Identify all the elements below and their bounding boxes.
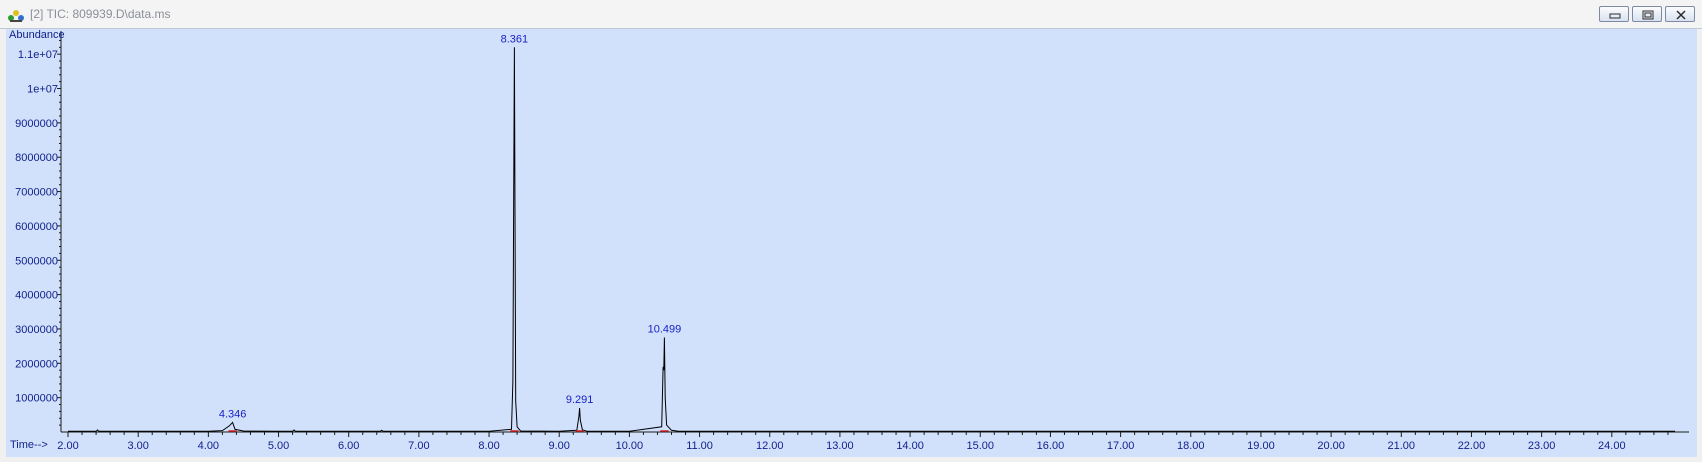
- y-tick-label: 5000000: [15, 255, 58, 267]
- plot-background: [6, 29, 1697, 457]
- x-tick-label: 3.00: [127, 440, 148, 452]
- x-axis-label: Time-->: [10, 439, 48, 451]
- x-tick-label: 12.00: [756, 440, 784, 452]
- y-tick-label: 4000000: [15, 290, 58, 302]
- close-icon: [1676, 10, 1686, 20]
- x-tick-label: 16.00: [1037, 440, 1065, 452]
- x-tick-label: 7.00: [408, 440, 429, 452]
- x-tick-label: 9.00: [549, 440, 570, 452]
- x-tick-label: 21.00: [1388, 440, 1416, 452]
- y-tick-label: 1e+07: [27, 84, 58, 96]
- x-tick-label: 24.00: [1598, 440, 1626, 452]
- y-tick-label: 1000000: [15, 393, 58, 405]
- close-button[interactable]: [1665, 6, 1695, 22]
- y-tick-label: 1.1e+07: [18, 49, 58, 61]
- peak-label: 9.291: [566, 394, 594, 406]
- x-tick-label: 4.00: [198, 440, 219, 452]
- y-tick-label: 8000000: [15, 152, 58, 164]
- x-tick-label: 8.00: [478, 440, 499, 452]
- x-tick-label: 6.00: [338, 440, 359, 452]
- x-tick-label: 11.00: [686, 440, 713, 452]
- y-tick-label: 9000000: [15, 118, 58, 130]
- peak-label: 8.361: [501, 33, 529, 45]
- minimize-icon: [1609, 13, 1621, 19]
- y-tick-label: 7000000: [15, 187, 58, 199]
- x-tick-label: 14.00: [896, 440, 924, 452]
- y-tick-label: 3000000: [15, 324, 58, 336]
- peak-label: 10.499: [648, 324, 682, 336]
- x-tick-label: 22.00: [1458, 440, 1486, 452]
- x-tick-label: 5.00: [268, 440, 289, 452]
- x-tick-label: 2.00: [57, 440, 78, 452]
- peak-label: 4.346: [219, 408, 247, 420]
- y-tick-label: 6000000: [15, 221, 58, 233]
- x-tick-label: 17.00: [1107, 440, 1135, 452]
- app-icon: [8, 10, 24, 22]
- y-tick-label: 2000000: [15, 358, 58, 370]
- minimize-button[interactable]: [1599, 6, 1629, 22]
- x-tick-label: 20.00: [1317, 440, 1345, 452]
- x-tick-label: 19.00: [1247, 440, 1275, 452]
- x-tick-label: 10.00: [616, 440, 644, 452]
- chromatogram-window: [2] TIC: 809939.D\data.ms 1000000 2000000…: [0, 0, 1702, 461]
- chromatogram-plot[interactable]: 1000000 2000000 3000000 4000000 5000000 60000…: [6, 29, 1697, 457]
- restore-icon: [1642, 10, 1654, 20]
- x-tick-label: 18.00: [1177, 440, 1205, 452]
- x-tick-label: 15.00: [966, 440, 994, 452]
- x-tick-label: 13.00: [826, 440, 854, 452]
- chromatogram-chart: 1000000 2000000 3000000 4000000 5000000 60000…: [6, 29, 1697, 457]
- window-title: [2] TIC: 809939.D\data.ms: [30, 7, 171, 21]
- y-axis-label: Abundance: [9, 29, 65, 41]
- x-tick-label: 23.00: [1528, 440, 1556, 452]
- title-bar[interactable]: [2] TIC: 809939.D\data.ms: [0, 0, 1702, 29]
- restore-button[interactable]: [1632, 6, 1662, 22]
